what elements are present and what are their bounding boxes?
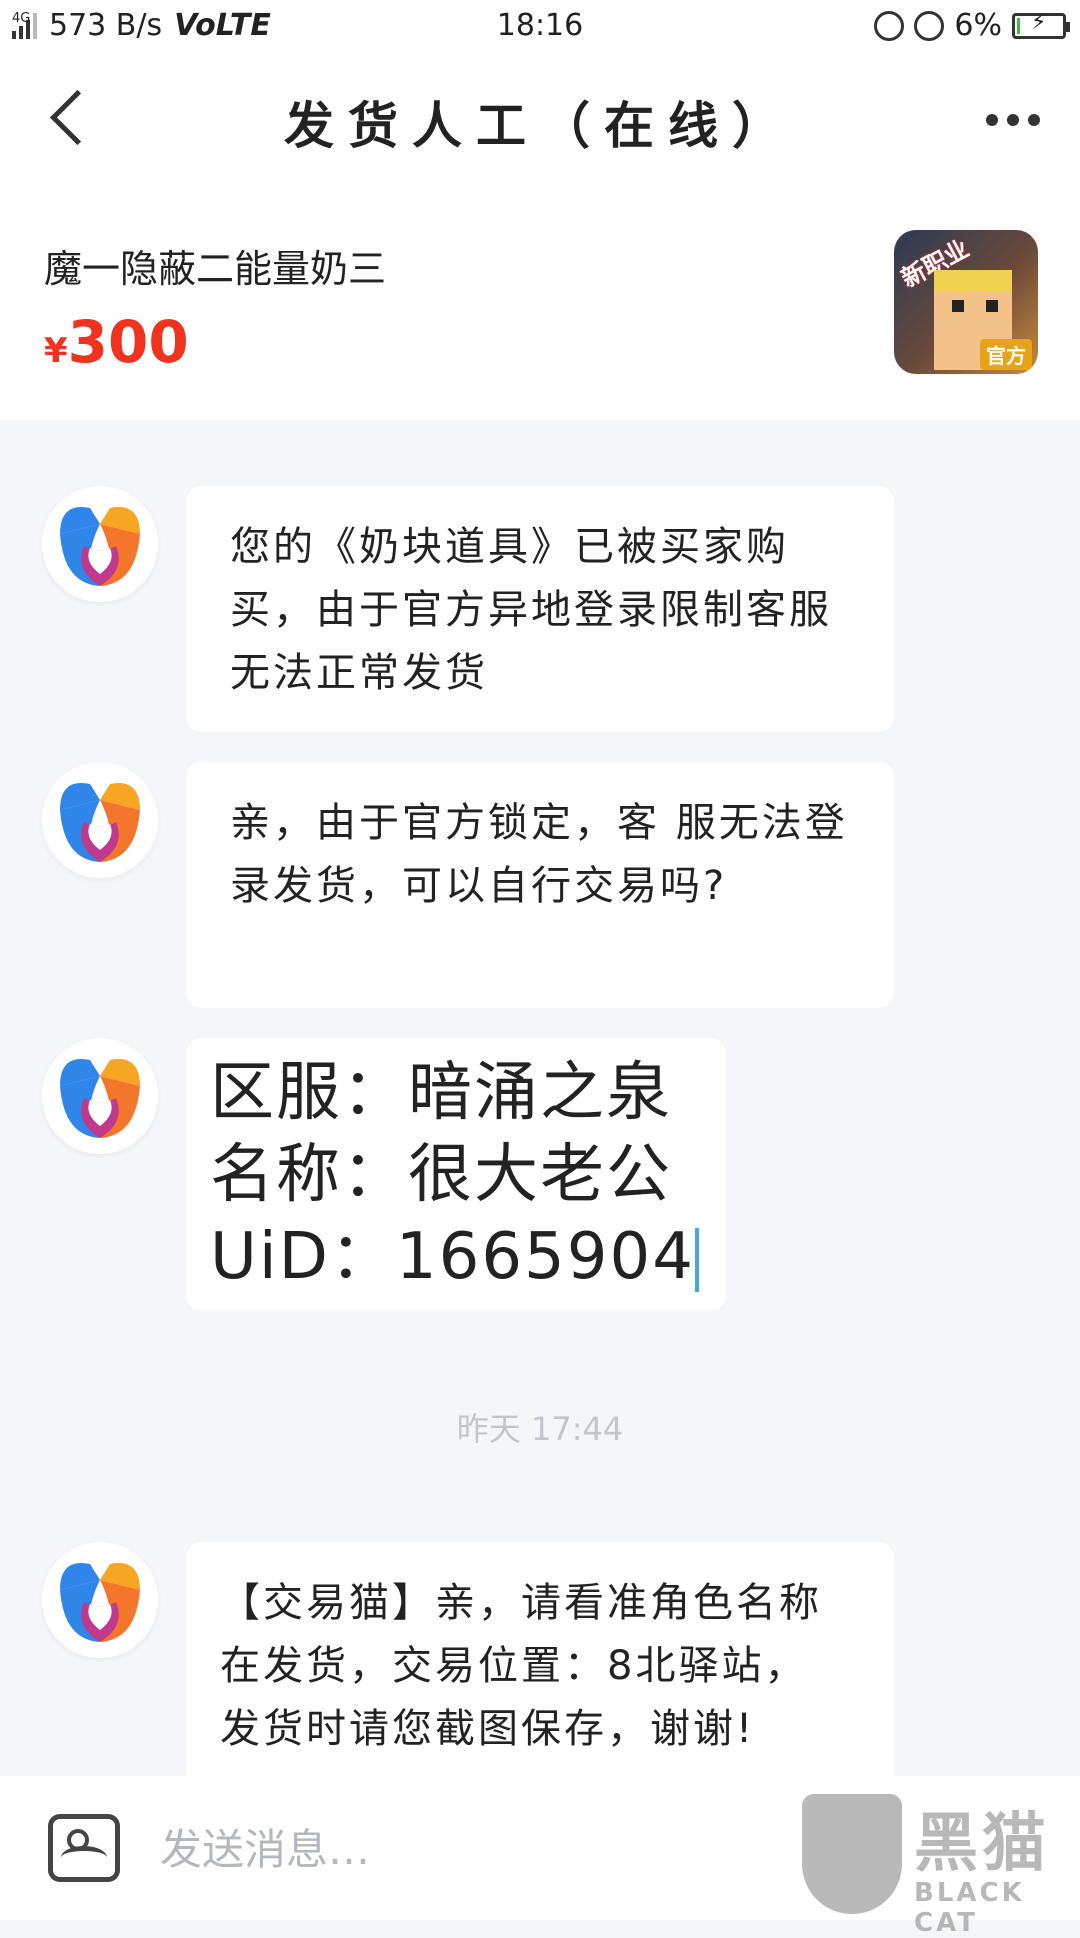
avatar[interactable] <box>42 762 158 878</box>
more-options-icon[interactable] <box>986 114 1040 126</box>
message-bubble: 您的《奶块道具》已被买家购买，由于官方异地登录限制客服无法正常发货 <box>186 486 894 732</box>
image-picker-icon[interactable] <box>48 1814 120 1882</box>
uid-line: UiD：1665904 <box>210 1216 702 1298</box>
image-message-bubble[interactable]: 区服：暗涌之泉 名称：很大老公 UiD：1665904 <box>186 1038 726 1310</box>
fox-logo-icon <box>60 1563 140 1642</box>
avatar[interactable] <box>42 1542 158 1658</box>
cat-shield-icon <box>802 1794 902 1914</box>
product-name: 魔一隐蔽二能量奶三 <box>44 247 387 291</box>
thumbnail-tag-official: 官方 <box>980 339 1032 370</box>
price-value: 300 <box>67 308 189 376</box>
avatar[interactable] <box>42 1038 158 1154</box>
page-title: 发货人工（在线） <box>284 97 796 155</box>
avatar[interactable] <box>42 486 158 602</box>
fox-logo-icon <box>60 1059 140 1138</box>
product-thumbnail[interactable]: 新职业 官方 <box>894 230 1038 374</box>
charging-icon: ⚡ <box>1031 9 1047 35</box>
status-right: 6% ⚡ <box>874 8 1070 43</box>
battery-percent: 6% <box>954 8 1002 43</box>
fox-logo-icon <box>60 783 140 862</box>
message-input[interactable] <box>158 1818 762 1880</box>
text-caret <box>694 1228 699 1293</box>
input-bar: 黑猫 BLACK CAT <box>0 1776 1080 1938</box>
product-card[interactable]: 魔一隐蔽二能量奶三 ¥300 新职业 官方 <box>0 186 1080 420</box>
name-line: 名称：很大老公 <box>210 1138 672 1212</box>
fox-logo-icon <box>60 507 140 586</box>
chat-header: 发货人工（在线） <box>0 56 1080 186</box>
product-price: ¥300 <box>44 308 189 376</box>
message-bubble: 亲，由于官方锁定，客 服无法登录发货，可以自行交易吗? <box>186 762 894 1008</box>
alarm-icon <box>914 10 945 41</box>
watermark-title: 黑猫 <box>914 1807 1050 1881</box>
battery-fill <box>1017 17 1020 34</box>
battery-icon: ⚡ <box>1012 9 1070 39</box>
watermark: 黑猫 BLACK CAT <box>802 1794 1072 1938</box>
price-currency: ¥ <box>44 331 68 371</box>
message-timestamp: 昨天 17:44 <box>456 1410 624 1448</box>
watermark-subtitle: BLACK CAT <box>914 1878 1025 1938</box>
server-line: 区服：暗涌之泉 <box>210 1056 672 1130</box>
uid-text: UiD：1665904 <box>210 1220 695 1294</box>
status-bar: 4G 573 B/s VoLTE 18:16 6% ⚡ <box>0 0 1080 56</box>
rotation-lock-icon <box>874 10 905 41</box>
